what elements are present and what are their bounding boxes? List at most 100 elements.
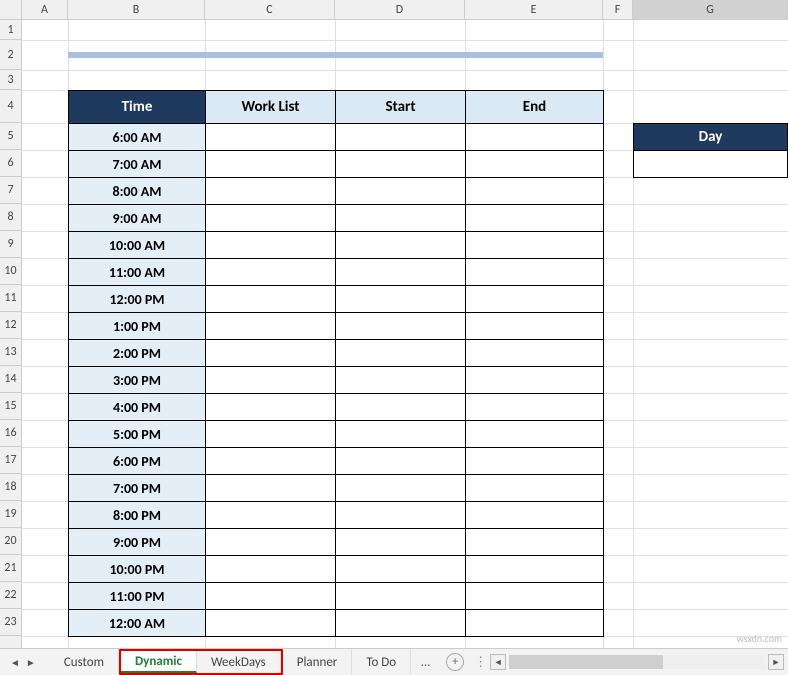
time-cell[interactable]: 7:00 AM (69, 151, 206, 178)
empty-cell[interactable] (206, 232, 336, 259)
scroll-thumb[interactable] (509, 655, 663, 669)
empty-cell[interactable] (466, 286, 604, 313)
row-header-23[interactable]: 23 (0, 609, 21, 636)
empty-cell[interactable] (206, 286, 336, 313)
empty-cell[interactable] (336, 286, 466, 313)
row-header-22[interactable]: 22 (0, 582, 21, 609)
time-cell[interactable]: 10:00 PM (69, 556, 206, 583)
column-header-d[interactable]: D (335, 0, 465, 19)
row-header-5[interactable]: 5 (0, 123, 21, 150)
empty-cell[interactable] (336, 448, 466, 475)
empty-cell[interactable] (466, 421, 604, 448)
time-cell[interactable]: 11:00 PM (69, 583, 206, 610)
row-header-2[interactable]: 2 (0, 40, 21, 70)
scroll-right-button[interactable]: ► (768, 654, 784, 670)
empty-cell[interactable] (336, 232, 466, 259)
empty-cell[interactable] (336, 394, 466, 421)
column-header-e[interactable]: E (465, 0, 603, 19)
column-header-a[interactable]: A (22, 0, 68, 19)
empty-cell[interactable] (336, 151, 466, 178)
scroll-track[interactable] (509, 655, 765, 669)
empty-cell[interactable] (336, 610, 466, 637)
empty-cell[interactable] (336, 475, 466, 502)
day-value-cell[interactable] (634, 151, 788, 178)
empty-cell[interactable] (336, 583, 466, 610)
empty-cell[interactable] (466, 313, 604, 340)
cell-content-layer[interactable]: TimeWork ListStartEnd6:00 AM7:00 AM8:00 … (22, 20, 788, 648)
new-sheet-button[interactable]: + (446, 653, 464, 671)
time-cell[interactable]: 2:00 PM (69, 340, 206, 367)
empty-cell[interactable] (466, 583, 604, 610)
empty-cell[interactable] (206, 556, 336, 583)
time-cell[interactable]: 1:00 PM (69, 313, 206, 340)
time-cell[interactable]: 5:00 PM (69, 421, 206, 448)
row-header-13[interactable]: 13 (0, 339, 21, 366)
empty-cell[interactable] (466, 151, 604, 178)
tab-custom[interactable]: Custom (50, 649, 119, 675)
row-header-20[interactable]: 20 (0, 528, 21, 555)
empty-cell[interactable] (206, 475, 336, 502)
empty-cell[interactable] (206, 205, 336, 232)
empty-cell[interactable] (206, 313, 336, 340)
empty-cell[interactable] (466, 529, 604, 556)
empty-cell[interactable] (206, 340, 336, 367)
row-header-17[interactable]: 17 (0, 447, 21, 474)
empty-cell[interactable] (466, 178, 604, 205)
empty-cell[interactable] (206, 367, 336, 394)
tab-nav-buttons[interactable]: ◄ ► (0, 656, 46, 669)
empty-cell[interactable] (206, 529, 336, 556)
tab-nav-prev-icon[interactable]: ◄ (10, 656, 20, 669)
empty-cell[interactable] (206, 421, 336, 448)
empty-cell[interactable] (466, 259, 604, 286)
row-header-8[interactable]: 8 (0, 204, 21, 231)
empty-cell[interactable] (336, 259, 466, 286)
column-header-g[interactable]: G (633, 0, 788, 19)
tab-planner[interactable]: Planner (283, 649, 353, 675)
empty-cell[interactable] (336, 178, 466, 205)
scroll-left-button[interactable]: ◄ (490, 654, 506, 670)
empty-cell[interactable] (336, 529, 466, 556)
row-header-6[interactable]: 6 (0, 150, 21, 177)
empty-cell[interactable] (466, 475, 604, 502)
empty-cell[interactable] (466, 502, 604, 529)
empty-cell[interactable] (466, 124, 604, 151)
empty-cell[interactable] (206, 178, 336, 205)
empty-cell[interactable] (336, 502, 466, 529)
time-cell[interactable]: 11:00 AM (69, 259, 206, 286)
time-cell[interactable]: 3:00 PM (69, 367, 206, 394)
horizontal-scrollbar[interactable]: ◄ ► (490, 654, 788, 670)
empty-cell[interactable] (336, 313, 466, 340)
empty-cell[interactable] (336, 421, 466, 448)
row-header-11[interactable]: 11 (0, 285, 21, 312)
empty-cell[interactable] (466, 610, 604, 637)
row-header-16[interactable]: 16 (0, 420, 21, 447)
row-header-21[interactable]: 21 (0, 555, 21, 582)
empty-cell[interactable] (466, 448, 604, 475)
row-header-19[interactable]: 19 (0, 501, 21, 528)
empty-cell[interactable] (206, 610, 336, 637)
row-header-7[interactable]: 7 (0, 177, 21, 204)
column-header-c[interactable]: C (205, 0, 335, 19)
row-header-4[interactable]: 4 (0, 90, 21, 123)
time-cell[interactable]: 9:00 AM (69, 205, 206, 232)
empty-cell[interactable] (466, 394, 604, 421)
empty-cell[interactable] (466, 367, 604, 394)
tab-nav-next-icon[interactable]: ► (26, 656, 36, 669)
empty-cell[interactable] (466, 205, 604, 232)
empty-cell[interactable] (206, 583, 336, 610)
time-cell[interactable]: 10:00 AM (69, 232, 206, 259)
empty-cell[interactable] (206, 394, 336, 421)
tab-to-do[interactable]: To Do (352, 649, 411, 675)
time-cell[interactable]: 8:00 AM (69, 178, 206, 205)
row-header-14[interactable]: 14 (0, 366, 21, 393)
column-header-f[interactable]: F (603, 0, 633, 19)
time-cell[interactable]: 12:00 PM (69, 286, 206, 313)
row-header-3[interactable]: 3 (0, 70, 21, 90)
tab-dynamic[interactable]: Dynamic (121, 651, 197, 673)
empty-cell[interactable] (336, 367, 466, 394)
row-header-12[interactable]: 12 (0, 312, 21, 339)
empty-cell[interactable] (336, 340, 466, 367)
empty-cell[interactable] (206, 502, 336, 529)
empty-cell[interactable] (206, 448, 336, 475)
select-all-corner[interactable] (0, 0, 22, 19)
